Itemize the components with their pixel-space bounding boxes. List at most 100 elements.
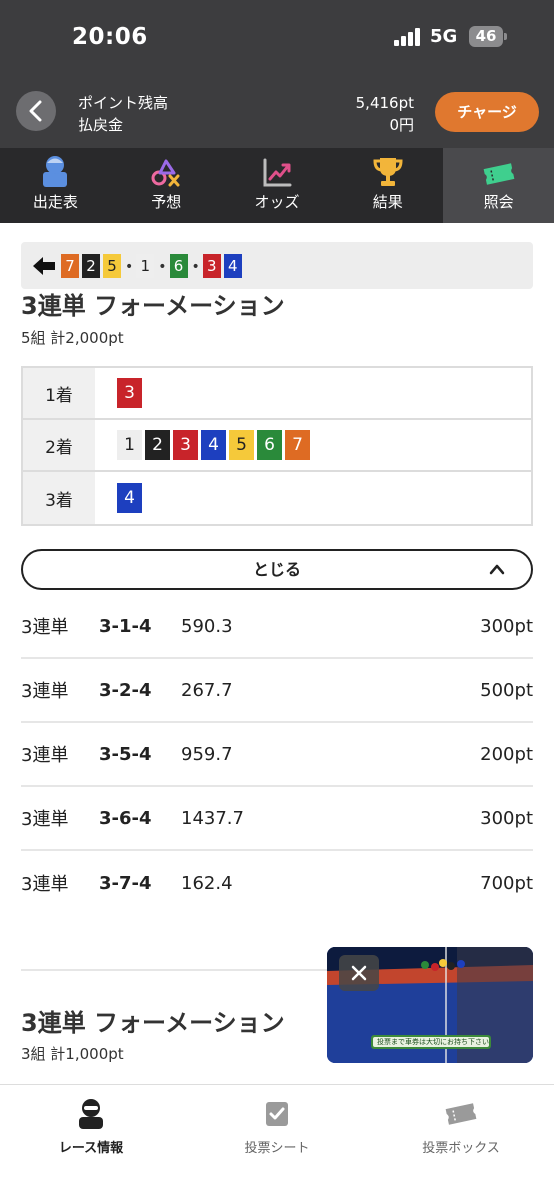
tab-entries[interactable]: 出走表	[0, 148, 111, 223]
section-title: 3連単 フォーメーション	[21, 1009, 285, 1037]
formation-numbers: 1234567	[95, 420, 531, 470]
tab-inquiry[interactable]: 照会	[443, 148, 554, 223]
back-button[interactable]	[16, 91, 56, 131]
payout-label: 払戻金	[78, 116, 124, 134]
bet-row: 3連単 3-5-4 959.7 200pt	[21, 723, 533, 787]
bet-odds: 267.7	[181, 679, 233, 701]
video-caption: 投票まで車券は大切にお持ち下さい	[377, 1038, 489, 1046]
position-label: 2着	[23, 420, 95, 470]
balance-values: 5,416pt 0円	[356, 92, 414, 136]
bet-odds: 162.4	[181, 872, 233, 894]
tab-label: 予想	[151, 193, 182, 211]
formation-numbers: 3	[95, 368, 531, 418]
formation-numbers: 4	[95, 472, 531, 524]
bet-amount: 700pt	[480, 872, 533, 894]
race-info-icon	[79, 1099, 103, 1129]
ticket-icon	[483, 163, 514, 185]
bet-combination: 3-7-4	[99, 872, 152, 894]
section-title: 3連単 フォーメーション	[21, 292, 285, 320]
collapse-label: とじる	[252, 560, 301, 579]
chevron-left-icon	[29, 100, 42, 122]
runner-list-icon	[43, 156, 68, 187]
combination-chips: 7 2 5 • 1 • 6 • 3 4	[61, 253, 245, 278]
tab-prediction[interactable]: 予想	[111, 148, 222, 223]
signal-icon	[394, 28, 422, 46]
selected-combination-bar[interactable]: 7 2 5 • 1 • 6 • 3 4	[21, 242, 533, 289]
bet-type: 3連単	[21, 809, 69, 830]
network-label: 5G	[430, 26, 458, 47]
car-number-chip: 4	[117, 483, 142, 513]
bottom-nav-label: 投票ボックス	[422, 1141, 500, 1156]
position-label: 3着	[23, 472, 95, 524]
combo-number-chip: 3	[202, 253, 221, 278]
separator-dot: •	[158, 258, 167, 275]
bet-odds: 590.3	[181, 615, 233, 637]
charge-button[interactable]: チャージ	[435, 92, 539, 132]
separator-dot: •	[125, 258, 134, 275]
tab-label: 照会	[483, 193, 514, 211]
position-label: 1着	[23, 368, 95, 418]
bet-type: 3連単	[21, 745, 69, 766]
formation-row: 3着 4	[23, 472, 531, 524]
bet-amount: 300pt	[480, 615, 533, 637]
combo-number-chip: 5	[103, 253, 121, 278]
car-number-chip: 6	[257, 430, 282, 460]
bottom-nav-vote-sheet[interactable]: 投票シート	[202, 1097, 352, 1156]
section-subtitle: 3組 計1,000pt	[21, 1045, 124, 1063]
prediction-shapes-icon	[151, 159, 180, 187]
status-time: 20:06	[72, 24, 148, 50]
collapse-button[interactable]: とじる	[21, 549, 533, 590]
bottom-navigation: レース情報 投票シート 投票ボックス	[0, 1084, 554, 1200]
vote-sheet-icon	[266, 1102, 288, 1126]
bet-odds: 1437.7	[181, 807, 244, 829]
bet-row: 3連単 3-1-4 590.3 300pt	[21, 595, 533, 659]
car-number-chip: 3	[173, 430, 198, 460]
tab-odds[interactable]: オッズ	[222, 148, 333, 223]
bottom-nav-vote-box[interactable]: 投票ボックス	[386, 1097, 536, 1156]
arrow-left-icon	[33, 256, 55, 275]
car-number-chip: 4	[201, 430, 226, 460]
section-subtitle: 5組 計2,000pt	[21, 329, 124, 347]
tab-results[interactable]: 結果	[332, 148, 443, 223]
payout-value: 0円	[389, 116, 414, 134]
tab-label: 出走表	[32, 193, 78, 211]
tab-bar: 出走表 予想 オッズ 結果 照会	[0, 148, 554, 223]
bottom-nav-label: レース情報	[58, 1141, 124, 1156]
bet-amount: 500pt	[480, 679, 533, 701]
bet-odds: 959.7	[181, 743, 233, 765]
tab-label: 結果	[372, 193, 403, 211]
bet-row: 3連単 3-7-4 162.4 700pt	[21, 851, 533, 915]
close-video-button[interactable]	[339, 955, 379, 991]
car-number-chip: 1	[117, 430, 142, 460]
bet-amount: 200pt	[480, 743, 533, 765]
car-number-chip: 3	[117, 378, 142, 408]
bet-combination: 3-2-4	[99, 679, 152, 701]
combo-number-chip: 6	[169, 253, 188, 278]
car-number-chip: 5	[229, 430, 254, 460]
trophy-icon	[373, 158, 403, 186]
formation-table: 1着 3 2着 1234567 3着 4	[21, 366, 533, 526]
bottom-nav-label: 投票シート	[244, 1141, 310, 1156]
bet-row: 3連単 3-2-4 267.7 500pt	[21, 659, 533, 723]
bottom-nav-race-info[interactable]: レース情報	[16, 1097, 166, 1156]
vote-box-icon	[445, 1103, 477, 1125]
formation-row: 1着 3	[23, 368, 531, 420]
bet-type: 3連単	[21, 617, 69, 638]
app-header: 20:06 5G 46 ポイント残高 払戻金 5,416pt 0円 チャージ	[0, 0, 554, 148]
bet-row: 3連単 3-6-4 1437.7 300pt	[21, 787, 533, 851]
chart-trend-icon	[263, 158, 292, 187]
separator-dot: •	[191, 258, 200, 275]
car-number-chip: 7	[285, 430, 310, 460]
formation-row: 2着 1234567	[23, 420, 531, 472]
chevron-up-icon	[489, 564, 505, 575]
combo-number-chip: 2	[82, 253, 100, 278]
close-icon	[351, 965, 367, 981]
bet-combination: 3-5-4	[99, 743, 152, 765]
tab-label: オッズ	[254, 193, 300, 211]
point-balance-value: 5,416pt	[355, 94, 414, 112]
bet-type: 3連単	[21, 874, 69, 895]
bet-amount: 300pt	[480, 807, 533, 829]
battery-icon: 46	[469, 26, 507, 47]
point-balance-label: ポイント残高	[78, 94, 169, 112]
bet-combination: 3-6-4	[99, 807, 152, 829]
